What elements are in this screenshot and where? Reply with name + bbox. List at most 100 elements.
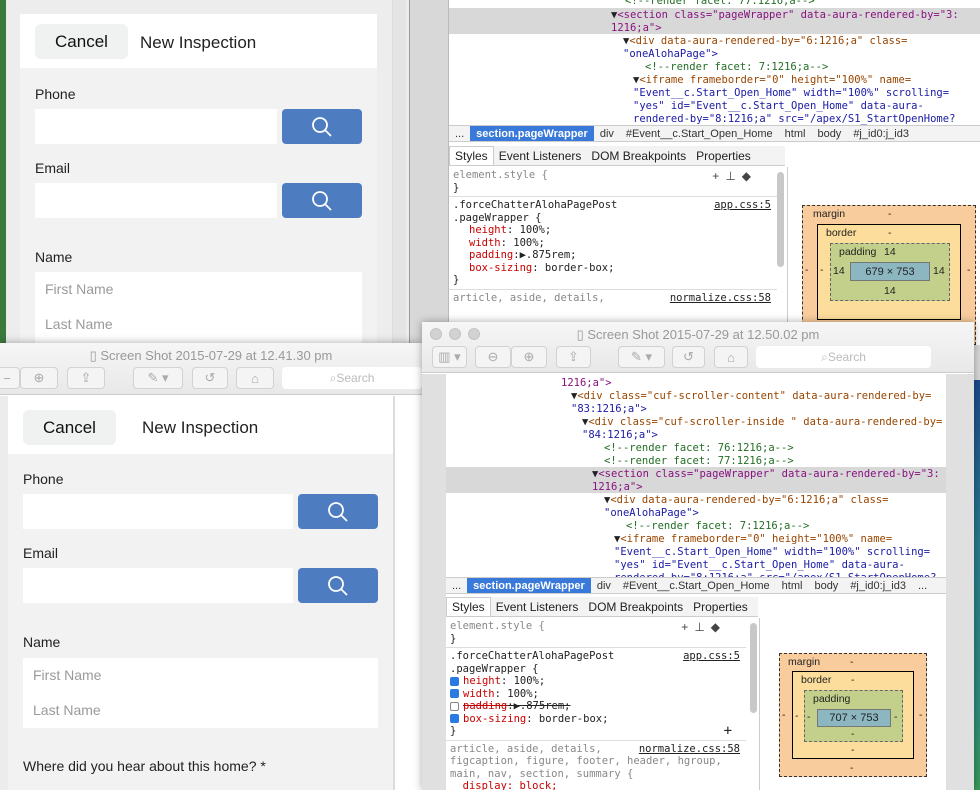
breadcrumb-item[interactable]: div (591, 580, 617, 592)
tab-event-listeners[interactable]: Event Listeners (491, 598, 584, 616)
dom-line-section[interactable]: ▼<section class="pageWrapper" data-aura-… (611, 9, 959, 22)
css-property[interactable]: height: 100%; (453, 224, 773, 237)
rotate-button[interactable]: ↺ (672, 346, 705, 368)
zoom-in-button[interactable]: ⊕ (20, 367, 58, 389)
breadcrumb-item[interactable]: body (811, 128, 847, 140)
mobile-form: Cancel New Inspection Phone Email Name F… (20, 14, 377, 345)
element-style-rule: element.style { } +⊥◆ (446, 618, 746, 648)
css-property[interactable]: box-sizing: border-box; (453, 262, 773, 275)
css-property-disabled[interactable]: padding:▶.875rem; (450, 700, 742, 713)
property-checkbox[interactable] (450, 701, 459, 711)
form-title: New Inspection (140, 33, 257, 52)
toolbox-button[interactable]: ⌂ (714, 346, 748, 368)
breadcrumb-item[interactable]: ... (446, 580, 467, 592)
search-field[interactable]: ⌕ Search (282, 367, 422, 389)
rule-source-link[interactable]: normalize.css:58 (670, 292, 771, 304)
phone-label: Phone (23, 471, 64, 487)
dom-line-iframe[interactable]: ▼<iframe frameborder="0" height="100%" n… (614, 533, 892, 546)
styles-scrollbar[interactable] (777, 172, 784, 267)
pin-icon[interactable]: ⊥ (725, 169, 741, 183)
tab-dom-breakpoints[interactable]: DOM Breakpoints (583, 598, 688, 616)
pin-icon[interactable]: ⊥ (694, 620, 710, 634)
first-name-input[interactable]: First Name (33, 667, 101, 683)
cancel-button[interactable]: Cancel (23, 410, 116, 445)
zoom-out-button[interactable]: − (0, 367, 20, 389)
share-button[interactable]: ⇪ (556, 346, 591, 368)
add-rule-icon[interactable]: + (681, 620, 694, 634)
css-property[interactable]: width: 100%; (453, 237, 773, 250)
rule-source-link[interactable]: app.css:5 (683, 650, 740, 662)
sidebar-toggle-button[interactable]: ▥ ▾ (432, 346, 467, 368)
rule-source-link[interactable]: app.css:5 (714, 199, 771, 211)
dom-line: "84:1216;a"> (582, 429, 658, 441)
property-checkbox[interactable] (450, 676, 459, 686)
tab-dom-breakpoints[interactable]: DOM Breakpoints (586, 147, 691, 165)
markup-button[interactable]: ✎ ▾ (618, 346, 665, 368)
name-box: First Name Last Name (35, 272, 362, 345)
tab-properties[interactable]: Properties (688, 598, 753, 616)
email-input[interactable] (23, 568, 293, 603)
email-search-button[interactable] (282, 183, 362, 218)
form-header: Cancel New Inspection (8, 396, 393, 454)
css-property[interactable]: width: 100%; (450, 688, 742, 701)
box-content-size: 707 × 753 (817, 709, 891, 727)
zoom-out-button[interactable]: ⊖ (475, 346, 511, 368)
breadcrumb-item[interactable]: #Event__c.Start_Open_Home (620, 128, 779, 140)
breadcrumb-item[interactable]: body (808, 580, 844, 592)
markup-button[interactable]: ✎ ▾ (133, 367, 183, 389)
last-name-input[interactable]: Last Name (33, 702, 101, 718)
property-checkbox[interactable] (450, 714, 459, 723)
dom-line-section[interactable]: ▼<section class="pageWrapper" data-aura-… (592, 468, 940, 481)
css-property[interactable]: height: 100%; (450, 675, 742, 688)
tab-event-listeners[interactable]: Event Listeners (494, 147, 587, 165)
rule-source-link[interactable]: normalize.css:58 (639, 743, 740, 755)
tab-properties[interactable]: Properties (691, 147, 756, 165)
breadcrumb-item[interactable]: #j_id0:j_id3 (844, 580, 912, 592)
dom-line-div[interactable]: ▼<div data-aura-rendered-by="6:1216;a" c… (604, 494, 888, 507)
add-property-icon[interactable]: + (724, 724, 732, 737)
phone-search-button[interactable] (298, 494, 378, 529)
breadcrumb-item-active[interactable]: section.pageWrapper (470, 126, 594, 141)
toolbox-button[interactable]: ⌂ (236, 367, 274, 389)
dom-line-div[interactable]: ▼<div data-aura-rendered-by="6:1216;a" c… (623, 35, 907, 48)
breadcrumb-item[interactable]: #j_id0:j_id3 (847, 128, 915, 140)
back-form-window: Cancel New Inspection Phone Email Name F… (0, 0, 410, 345)
phone-input[interactable] (23, 494, 293, 529)
property-checkbox[interactable] (450, 689, 459, 698)
phone-input[interactable] (35, 109, 277, 144)
form-title: New Inspection (142, 418, 259, 437)
breadcrumb-item[interactable]: div (594, 128, 620, 140)
tab-styles[interactable]: Styles (446, 597, 491, 616)
zoom-in-button[interactable]: ⊕ (511, 346, 547, 368)
first-name-input[interactable]: First Name (45, 281, 113, 297)
breadcrumb: ... section.pageWrapper div #Event__c.St… (449, 125, 980, 142)
breadcrumb-item[interactable]: html (779, 128, 812, 140)
last-name-input[interactable]: Last Name (45, 316, 113, 332)
dom-line: 1216;a"> (611, 22, 662, 34)
share-button[interactable]: ⇪ (67, 367, 105, 389)
color-format-icon[interactable]: ◆ (742, 169, 757, 183)
css-property[interactable]: box-sizing: border-box; (450, 713, 742, 726)
styles-scrollbar[interactable] (750, 623, 757, 713)
tab-styles[interactable]: Styles (449, 146, 494, 165)
breadcrumb-item-active[interactable]: section.pageWrapper (467, 578, 591, 593)
dom-line-iframe[interactable]: ▼<iframe frameborder="0" height="100%" n… (633, 74, 911, 87)
breadcrumb-item[interactable]: ... (449, 128, 470, 140)
email-input[interactable] (35, 183, 277, 218)
color-format-icon[interactable]: ◆ (711, 620, 726, 634)
search-field[interactable]: ⌕ Search (756, 346, 931, 368)
search-icon (328, 501, 348, 522)
phone-search-button[interactable] (282, 109, 362, 144)
breadcrumb-item[interactable]: html (776, 580, 809, 592)
dom-line-div[interactable]: ▼<div class="cuf-scroller-content" data-… (571, 390, 931, 403)
cancel-button[interactable]: Cancel (35, 24, 128, 59)
dom-line-div[interactable]: ▼<div class="cuf-scroller-inside " data-… (582, 416, 942, 429)
preview-window-right: ▯ Screen Shot 2015-07-29 at 12.50.02 pm … (422, 322, 974, 790)
email-search-button[interactable] (298, 568, 378, 603)
email-label: Email (35, 160, 71, 176)
breadcrumb-item[interactable]: #Event__c.Start_Open_Home (617, 580, 776, 592)
add-rule-icon[interactable]: + (712, 169, 725, 183)
rotate-button[interactable]: ↺ (192, 367, 228, 389)
breadcrumb-item[interactable]: ... (912, 580, 933, 592)
css-property[interactable]: padding:▶.875rem; (453, 249, 773, 262)
